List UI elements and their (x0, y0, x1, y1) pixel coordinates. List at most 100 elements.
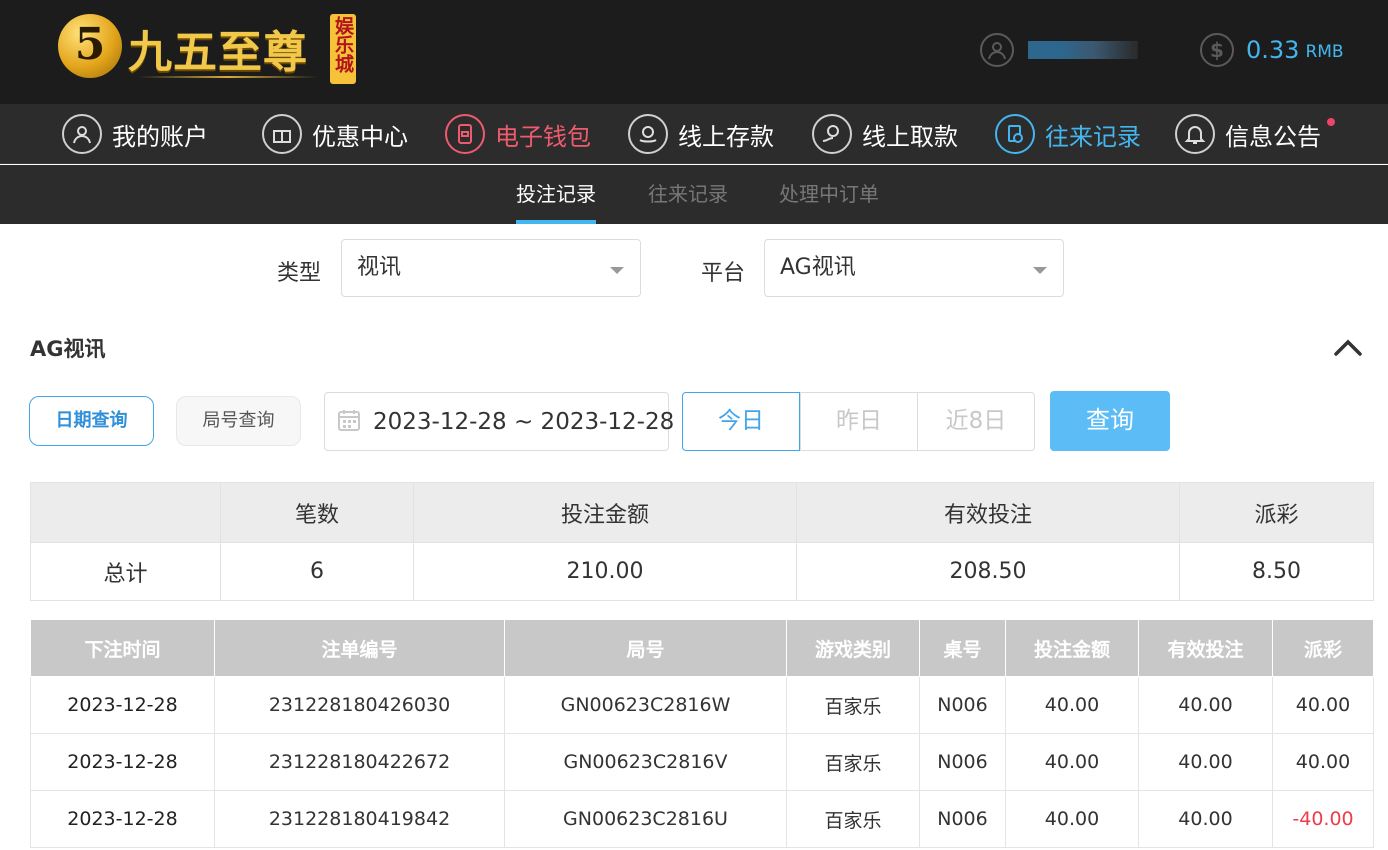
site-logo[interactable]: 5 九五至尊 娱乐城 (58, 10, 358, 90)
table-row: 2023-12-28 231228180422672 GN00623C2816V… (30, 733, 1374, 791)
nav-label: 优惠中心 (312, 122, 408, 151)
last-8-days-button[interactable]: 近8日 (917, 392, 1035, 451)
sub-nav: 投注记录 往来记录 处理中订单 (0, 165, 1388, 224)
nav-e-wallet[interactable]: 电子钱包 (445, 114, 591, 154)
records-header-row: 下注时间 注单编号 局号 游戏类别 桌号 投注金额 有效投注 派彩 (30, 619, 1374, 677)
yesterday-button[interactable]: 昨日 (800, 392, 918, 451)
date-range-value: 2023-12-28 ~ 2023-12-28 (373, 408, 675, 435)
deposit-icon (628, 114, 668, 154)
table-row: 2023-12-28 231228180419842 GN00623C2816U… (30, 790, 1374, 848)
table-cell: GN00623C2816U (504, 790, 787, 848)
platform-label: 平台 (701, 261, 746, 286)
table-cell: 2023-12-28 (30, 790, 215, 848)
column-header-table-no: 桌号 (919, 619, 1006, 677)
column-header-bet-id: 注单编号 (214, 619, 505, 677)
table-cell: 2023-12-28 (30, 676, 215, 734)
nav-label: 线上存款 (678, 122, 774, 151)
summary-header-cell: 派彩 (1179, 482, 1374, 543)
today-button[interactable]: 今日 (682, 392, 800, 451)
notification-dot (1327, 118, 1335, 126)
dollar-icon: $ (1200, 33, 1234, 67)
query-button[interactable]: 查询 (1050, 391, 1170, 451)
table-cell: 百家乐 (786, 676, 920, 734)
table-cell: 231228180426030 (214, 676, 505, 734)
type-select[interactable]: 视讯 (341, 239, 641, 297)
summary-cell: 总计 (30, 542, 221, 601)
table-cell: 231228180419842 (214, 790, 505, 848)
round-query-button[interactable]: 局号查询 (176, 396, 301, 446)
table-cell: 40.00 (1272, 733, 1374, 791)
platform-select[interactable]: AG视讯 (764, 239, 1064, 297)
wallet-icon (445, 114, 485, 154)
nav-online-deposit[interactable]: 线上存款 (628, 114, 774, 154)
column-header-round-id: 局号 (504, 619, 787, 677)
table-cell: 百家乐 (786, 790, 920, 848)
summary-header-cell (30, 482, 221, 543)
username-redacted (1028, 41, 1138, 59)
column-header-bet-amount: 投注金额 (1005, 619, 1139, 677)
chevron-down-icon (610, 267, 624, 274)
tab-bet-records[interactable]: 投注记录 (516, 165, 596, 224)
type-select-value: 视讯 (357, 255, 402, 280)
summary-header-cell: 投注金额 (413, 482, 797, 543)
nav-label: 信息公告 (1225, 122, 1321, 151)
column-header-game-type: 游戏类别 (786, 619, 920, 677)
balance-unit: RMB (1305, 42, 1344, 62)
tab-pending-orders[interactable]: 处理中订单 (779, 165, 879, 224)
records-icon (995, 114, 1035, 154)
nav-label: 我的账户 (112, 122, 208, 151)
logo-badge: 娱乐城 (330, 14, 356, 84)
summary-header-row: 笔数 投注金额 有效投注 派彩 (30, 482, 1374, 543)
user-icon (980, 33, 1014, 67)
table-cell: 百家乐 (786, 733, 920, 791)
summary-header-cell: 有效投注 (796, 482, 1180, 543)
tab-transaction-records[interactable]: 往来记录 (648, 165, 728, 224)
nav-transaction-records[interactable]: 往来记录 (995, 114, 1141, 154)
gift-icon (262, 114, 302, 154)
top-header: 5 九五至尊 娱乐城 $ 0.33 RMB (0, 0, 1388, 104)
summary-table: 笔数 投注金额 有效投注 派彩 总计 6 210.00 208.50 8.50 (30, 482, 1374, 601)
summary-cell: 208.50 (796, 542, 1180, 601)
summary-cell: 6 (220, 542, 414, 601)
table-cell: 40.00 (1005, 733, 1139, 791)
nav-my-account[interactable]: 我的账户 (62, 114, 208, 154)
bell-icon (1175, 114, 1215, 154)
nav-label: 往来记录 (1045, 122, 1141, 151)
balance-value: 0.33 (1246, 36, 1300, 64)
column-header-bet-time: 下注时间 (30, 619, 215, 677)
summary-cell: 210.00 (413, 542, 797, 601)
logo-emblem: 5 (58, 14, 122, 78)
chevron-up-icon[interactable] (1332, 336, 1364, 358)
type-label: 类型 (277, 261, 322, 286)
nav-online-withdraw[interactable]: 线上取款 (812, 114, 958, 154)
user-info[interactable] (980, 32, 1138, 68)
table-cell: N006 (919, 676, 1006, 734)
table-cell: 231228180422672 (214, 733, 505, 791)
balance-display: $ 0.33 RMB (1200, 32, 1344, 68)
main-nav: 我的账户 优惠中心 电子钱包 线上存款 线上取款 往来记录 信息公告 (0, 104, 1388, 164)
table-cell: 40.00 (1272, 676, 1374, 734)
summary-total-row: 总计 6 210.00 208.50 8.50 (30, 542, 1374, 601)
summary-cell: 8.50 (1179, 542, 1374, 601)
date-query-button[interactable]: 日期查询 (29, 396, 154, 446)
nav-promotions[interactable]: 优惠中心 (262, 114, 408, 154)
date-range-picker[interactable]: 2023-12-28 ~ 2023-12-28 (324, 392, 674, 451)
bet-records-table: 下注时间 注单编号 局号 游戏类别 桌号 投注金额 有效投注 派彩 2023-1… (30, 619, 1374, 848)
table-cell: 40.00 (1138, 733, 1273, 791)
logo-text: 九五至尊 (128, 27, 308, 78)
nav-announcements[interactable]: 信息公告 (1175, 114, 1335, 154)
table-row: 2023-12-28 231228180426030 GN00623C2816W… (30, 676, 1374, 734)
logo-ornament (138, 76, 318, 78)
calendar-icon (337, 408, 361, 436)
column-header-valid-bet: 有效投注 (1138, 619, 1273, 677)
platform-select-value: AG视讯 (780, 255, 856, 280)
table-cell: 40.00 (1005, 790, 1139, 848)
table-cell: -40.00 (1272, 790, 1374, 848)
table-cell: 2023-12-28 (30, 733, 215, 791)
table-cell: N006 (919, 790, 1006, 848)
column-header-payout: 派彩 (1272, 619, 1374, 677)
withdraw-icon (812, 114, 852, 154)
table-cell: 40.00 (1005, 676, 1139, 734)
chevron-down-icon (1033, 267, 1047, 274)
section-title: AG视讯 (30, 337, 106, 361)
